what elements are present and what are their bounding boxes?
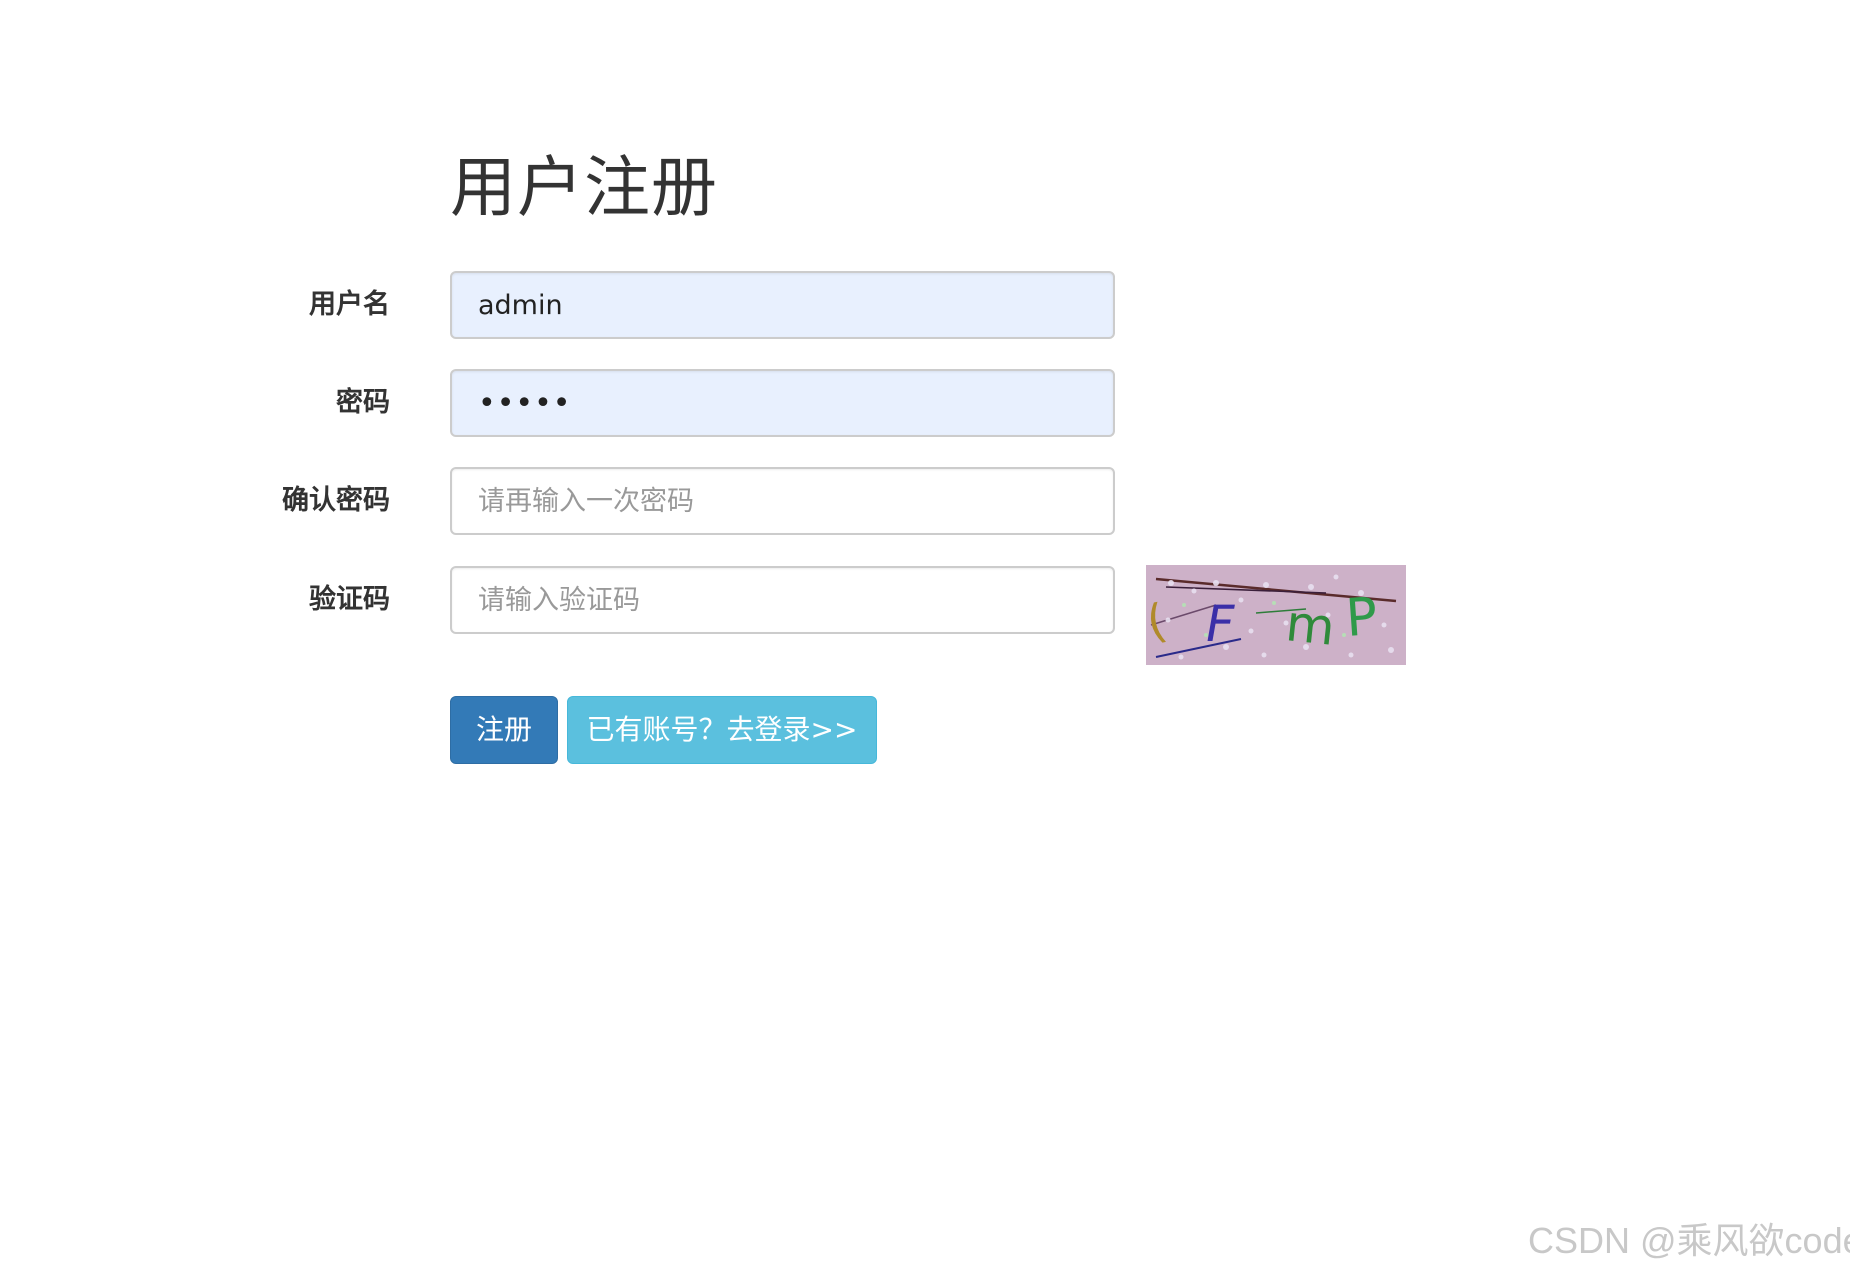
register-button[interactable]: 注册 [450, 696, 558, 764]
password-label-wrap: 密码 [180, 369, 390, 437]
captcha-label: 验证码 [309, 584, 390, 615]
page-title: 用户注册 [450, 149, 718, 226]
captcha-label-wrap: 验证码 [180, 566, 390, 634]
confirm-password-label-wrap: 确认密码 [180, 467, 390, 535]
username-label: 用户名 [309, 289, 390, 320]
username-input[interactable] [450, 271, 1115, 339]
confirm-password-label: 确认密码 [282, 485, 390, 516]
confirm-password-input[interactable] [450, 467, 1115, 535]
go-login-button[interactable]: 已有账号？去登录>> [567, 696, 877, 764]
captcha-image[interactable]: ( F m P [1142, 565, 1406, 665]
username-label-wrap: 用户名 [180, 271, 390, 339]
svg-text:P: P [1344, 587, 1379, 649]
password-input[interactable] [450, 369, 1115, 437]
captcha-graphic: ( F m P [1142, 565, 1406, 665]
svg-text:m: m [1283, 594, 1338, 657]
captcha-input[interactable] [450, 566, 1115, 634]
password-label: 密码 [336, 387, 390, 418]
watermark: CSDN @乘风欲code [1528, 1220, 1850, 1261]
register-page: 用户注册 用户名 密码 确认密码 验证码 [0, 0, 1850, 1263]
